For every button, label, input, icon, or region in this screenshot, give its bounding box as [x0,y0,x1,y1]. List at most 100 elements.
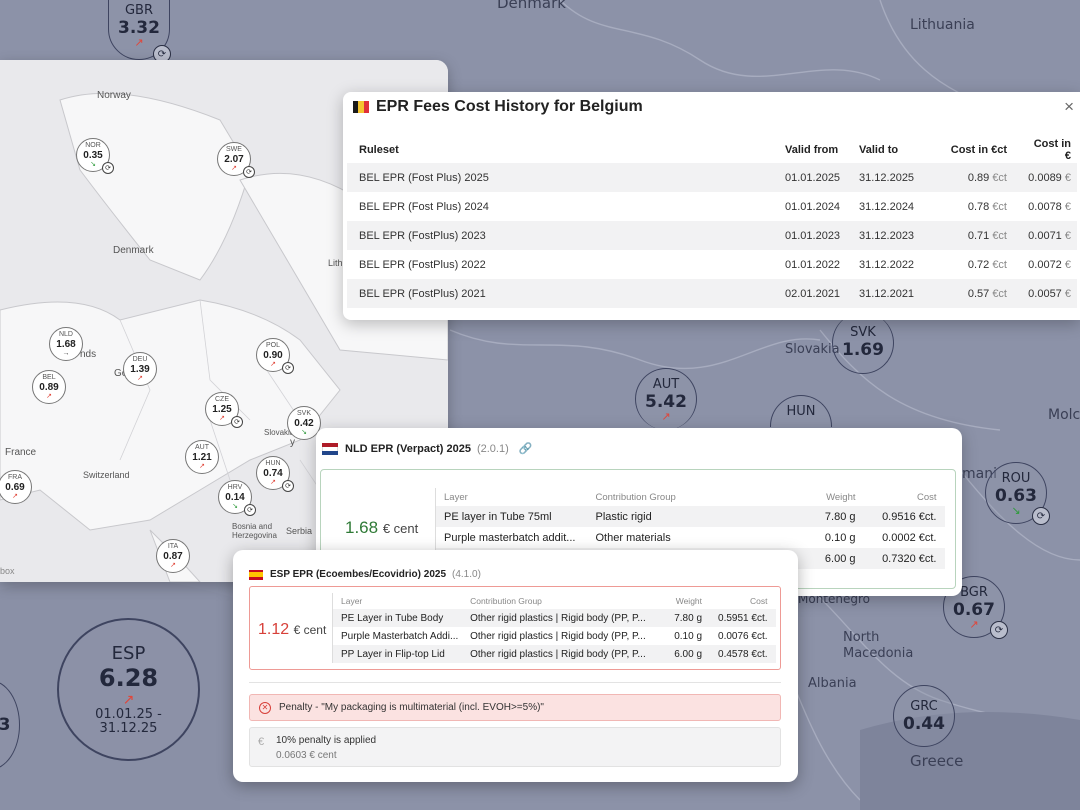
group-cell: Plastic rigid [587,506,788,527]
trend-down-icon: ↘ [90,161,96,168]
cost-cell: 0.5951 €ct. [710,609,776,627]
marker-code: ROU [1001,470,1031,486]
valid-to-cell: 31.12.2022 [859,258,915,271]
marker-code: BGR [960,584,988,600]
cost-history-table: Ruleset Valid from Valid to Cost in €ct … [347,136,1077,308]
trend-up-icon: ↗ [12,493,18,500]
total-cost: 1.12 € cent [258,621,326,639]
marker-value: 3.32 [118,17,160,38]
valid-from-cell: 01.01.2022 [785,258,841,271]
column-header: Weight [826,491,856,503]
divider [249,682,781,683]
marker-value: 0.63 [995,485,1037,506]
bg-marker-grc[interactable]: GRC 0.44 [893,685,955,747]
map-marker-nld[interactable]: NLD 1.68 → [49,327,83,361]
sync-icon[interactable]: ⟳ [990,621,1008,639]
cost-ct-cell: 0.89 €ct [927,163,1013,192]
cost-ct-cell: 0.72 €ct [927,250,1013,279]
group-cell: Other rigid plastics | Rigid body (PP, P… [462,609,657,627]
table-row: Purple Masterbatch Addi... Other rigid pl… [333,627,776,645]
column-header[interactable]: Valid from [773,136,847,163]
map-marker-cze[interactable]: CZE 1.25 ↗ ⟳ [205,392,243,428]
marker-code: BEL [42,374,56,381]
marker-value: 0.69 [5,482,25,493]
table-row[interactable]: BEL EPR (FostPlus) 2022 01.01.2022 31.12.2… [347,250,1077,279]
sync-icon[interactable]: ⟳ [282,362,294,374]
weight-cell: 6.00 g [787,548,864,569]
map-country-label: Bosnia and Herzegovina [232,522,277,540]
ruleset-cell: BEL EPR (FostPlus) 2023 [347,221,773,250]
unit-label: € [1064,200,1071,213]
trend-down-icon: ↘ [1011,503,1021,517]
ruleset-cell: BEL EPR (Fost Plus) 2025 [347,163,773,192]
cost-eur-value: 0.0071 [1028,229,1062,242]
map-marker-bel[interactable]: BEL 0.89 ↗ [32,370,66,404]
unit-label: € [1064,229,1071,242]
cost-eur-cell: 0.0089 € [1013,163,1077,192]
layer-cell: Purple masterbatch addit... [444,531,576,544]
bg-marker-svk[interactable]: SVK 1.69 [832,312,894,374]
cost-ct-value: 0.78 [967,200,990,213]
cost-eur-value: 0.0072 [1028,258,1062,271]
panel-header: EPR Fees Cost History for Belgium [343,92,1080,122]
card-header: NLD EPR (Verpact) 2025 (2.0.1) 🔗 [322,442,532,455]
column-header[interactable]: Cost in € [1013,136,1077,163]
valid-to-cell: 31.12.2021 [847,279,927,308]
close-button[interactable]: × [1064,97,1074,117]
total-cost-value: 1.68 [345,518,379,537]
penalty-info: € 10% penalty is applied 0.0603 € cent [249,727,781,767]
map-marker-pol[interactable]: POL 0.90 ↗ ⟳ [256,338,294,374]
sync-icon[interactable]: ⟳ [282,480,294,492]
bg-marker-gbr[interactable]: GBR 3.32 ↗ ⟳ [108,0,171,63]
map-marker-swe[interactable]: SWE 2.07 ↗ ⟳ [217,142,255,178]
trend-down-icon: ↘ [301,429,307,436]
sync-icon[interactable]: ⟳ [244,504,256,516]
map-marker-hrv[interactable]: HRV 0.14 ↘ ⟳ [218,480,256,516]
map-country-label: Norway [97,90,131,101]
marker-code: SVK [850,325,876,340]
marker-code: GRC [910,698,938,714]
marker-code: HUN [265,460,281,467]
bg-marker-rou[interactable]: ROU 0.63 ↘ ⟳ [985,462,1050,525]
unit-label: € [1064,287,1071,300]
bg-marker-aut[interactable]: AUT 5.42 ↗ [635,368,697,430]
map-marker-deu[interactable]: DEU 1.39 ↗ [123,352,157,386]
sync-icon[interactable]: ⟳ [102,162,114,174]
map-country-label: y [290,437,295,448]
card-title: NLD EPR (Verpact) 2025 [345,442,471,455]
table-row[interactable]: BEL EPR (FostPlus) 2021 02.01.2021 31.12.2… [347,279,1077,308]
map-country-label: Denmark [113,245,154,256]
group-cell: Other rigid plastics | Rigid body (PP, P… [470,630,646,642]
map-marker-hun[interactable]: HUN 0.74 ↗ ⟳ [256,456,294,492]
column-header[interactable]: Valid to [847,136,927,163]
unit-label: €ct [992,171,1007,184]
cost-breakdown: 1.12 € cent Layer Contribution Group Wei… [249,586,781,670]
table-row[interactable]: BEL EPR (Fost Plus) 2025 01.01.2025 31.12.… [347,163,1077,192]
map-country-label: Serbia [286,526,313,536]
table-row[interactable]: BEL EPR (FostPlus) 2023 01.01.2023 31.12.2… [347,221,1077,250]
cost-eur-value: 0.0057 [1028,287,1062,300]
valid-from-cell: 02.01.2021 [773,279,847,308]
sync-icon[interactable]: ⟳ [243,166,255,178]
map-marker-ita[interactable]: ITA 0.87 ↗ [156,539,190,573]
column-header[interactable]: Cost in €ct [927,136,1013,163]
table-row: PP Layer in Flip-top Lid Other rigid plas… [332,645,776,663]
table-row[interactable]: BEL EPR (Fost Plus) 2024 01.01.2024 31.12.… [347,192,1077,221]
bg-country-label: Albania [808,676,857,691]
column-header: Layer [341,596,363,606]
cost-eur-value: 0.0078 [1028,200,1062,213]
cost-eur-cell: 0.0072 € [1013,250,1077,279]
marker-value: 1.21 [192,452,212,463]
layer-cell: PE Layer in Tube Body [332,609,463,627]
sync-icon[interactable]: ⟳ [1032,507,1050,525]
marker-code: CZE [215,396,229,403]
map-marker-aut[interactable]: AUT 1.21 ↗ [185,440,219,474]
sync-icon[interactable]: ⟳ [231,416,243,428]
trend-up-icon: ↗ [122,692,135,708]
column-header[interactable]: Ruleset [347,136,773,163]
spain-flag-icon [249,569,263,580]
cost-eur-cell: 0.0071 € [1013,221,1077,250]
link-icon[interactable]: 🔗 [519,442,533,455]
map-marker-nor[interactable]: NOR 0.35 ↘ ⟳ [76,138,114,174]
bg-marker-esp[interactable]: ESP 6.28 ↗ 01.01.25 - 31.12.25 [57,618,200,761]
